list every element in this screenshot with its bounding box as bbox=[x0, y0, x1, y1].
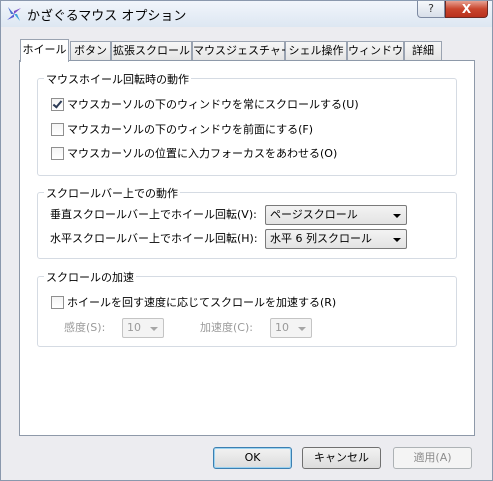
checkbox[interactable] bbox=[51, 296, 64, 309]
scrollbar-behavior-group: スクロールバー上での動作 垂直スクロールバー上でホイール回転(V): ページスク… bbox=[37, 185, 457, 259]
vertical-scrollbar-label: 垂直スクロールバー上でホイール回転(V): bbox=[50, 208, 257, 221]
apply-button[interactable]: 適用(A) bbox=[393, 447, 472, 469]
checkbox-label: ホイールを回す速度に応じてスクロールを加速する(R) bbox=[67, 296, 337, 309]
tab-advanced[interactable]: 詳細 bbox=[404, 41, 442, 60]
checkbox-label: マウスカーソルの下のウィンドウを常にスクロールする(U) bbox=[67, 98, 359, 111]
sensitivity-label: 感度(S): bbox=[64, 321, 106, 334]
pinwheel-icon bbox=[7, 7, 21, 21]
tab-extended-scroll[interactable]: 拡張スクロール bbox=[111, 41, 192, 60]
chevron-down-icon bbox=[393, 214, 401, 218]
group-title: マウスホイール回転時の動作 bbox=[44, 71, 191, 87]
ok-button[interactable]: OK bbox=[213, 447, 292, 469]
select-value: 水平 6 列スクロール bbox=[270, 232, 372, 245]
vertical-scrollbar-select[interactable]: ページスクロール bbox=[265, 205, 407, 225]
options-dialog: かざぐるマウス オプション ? X ホイール ボタン 拡張スクロール マウスジェ… bbox=[0, 0, 493, 481]
checkbox-label: マウスカーソルの下のウィンドウを前面にする(F) bbox=[67, 123, 314, 136]
acceleration-label: 加速度(C): bbox=[200, 321, 253, 334]
select-value: 10 bbox=[127, 321, 141, 334]
title-bar: かざぐるマウス オプション ? X bbox=[1, 1, 492, 27]
tab-wheel[interactable]: ホイール bbox=[20, 39, 69, 62]
group-title: スクロールの加速 bbox=[44, 269, 136, 285]
horizontal-scrollbar-label: 水平スクロールバー上でホイール回転(H): bbox=[50, 232, 258, 245]
tab-shell[interactable]: シェル操作 bbox=[285, 41, 347, 60]
group-title: スクロールバー上での動作 bbox=[44, 185, 180, 201]
chevron-down-icon bbox=[393, 238, 401, 242]
tab-buttons[interactable]: ボタン bbox=[70, 41, 111, 60]
horizontal-scrollbar-select[interactable]: 水平 6 列スクロール bbox=[265, 229, 407, 249]
tab-mouse-gesture[interactable]: マウスジェスチャー bbox=[192, 41, 292, 60]
checkbox-label: マウスカーソルの位置に入力フォーカスをあわせる(O) bbox=[67, 147, 338, 160]
tab-panel-wheel: マウスホイール回転時の動作 マウスカーソルの下のウィンドウを常にスクロールする(… bbox=[19, 60, 475, 436]
select-value: 10 bbox=[275, 321, 289, 334]
help-button[interactable]: ? bbox=[417, 1, 445, 18]
chevron-down-icon bbox=[298, 327, 306, 331]
select-value: ページスクロール bbox=[270, 208, 358, 221]
cancel-button[interactable]: キャンセル bbox=[302, 447, 381, 469]
chevron-down-icon bbox=[150, 327, 158, 331]
wheel-behavior-group: マウスホイール回転時の動作 マウスカーソルの下のウィンドウを常にスクロールする(… bbox=[37, 71, 457, 176]
sensitivity-select[interactable]: 10 bbox=[122, 318, 164, 338]
close-button[interactable]: X bbox=[445, 1, 488, 18]
acceleration-select[interactable]: 10 bbox=[270, 318, 312, 338]
window-title: かざぐるマウス オプション bbox=[27, 9, 187, 24]
checkbox[interactable] bbox=[51, 98, 64, 111]
checkbox[interactable] bbox=[51, 147, 64, 160]
checkbox[interactable] bbox=[51, 123, 64, 136]
scroll-acceleration-group: スクロールの加速 ホイールを回す速度に応じてスクロールを加速する(R) 感度(S… bbox=[37, 269, 457, 347]
tab-window[interactable]: ウィンドウ bbox=[347, 41, 404, 60]
